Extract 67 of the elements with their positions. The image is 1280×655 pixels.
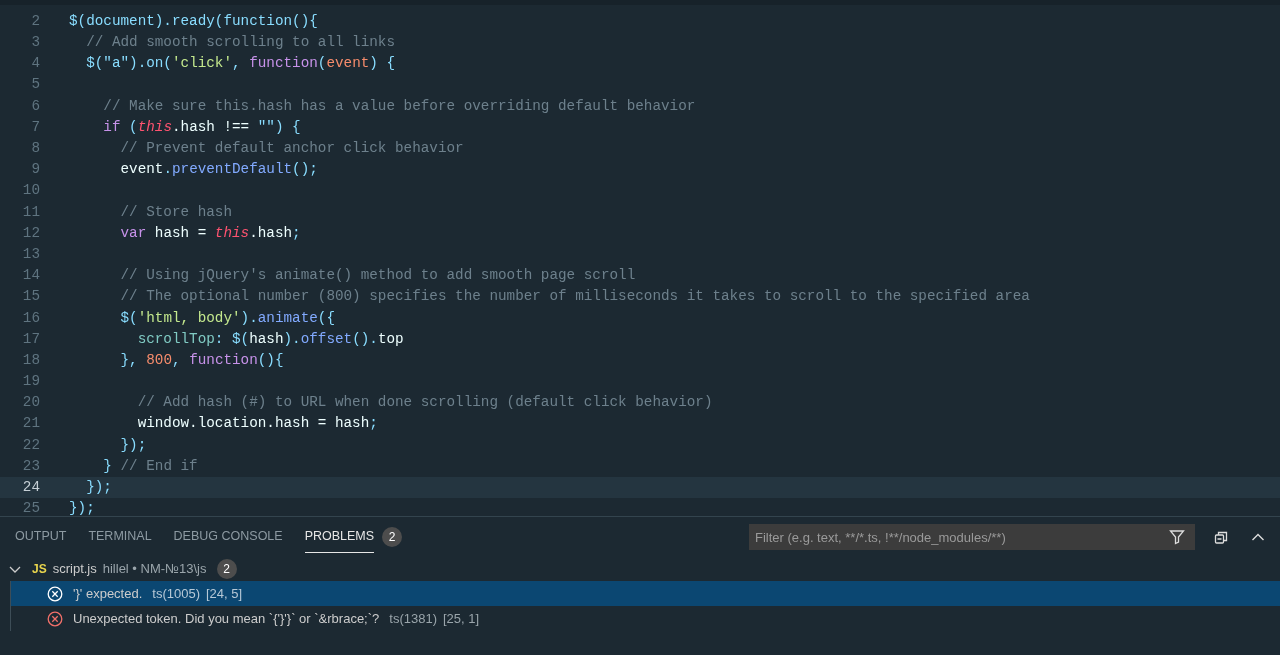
count-badge: 2 xyxy=(382,527,403,547)
code-line: // Add smooth scrolling to all links xyxy=(85,33,396,53)
chevron-up-icon[interactable] xyxy=(1251,532,1265,542)
code-line: }); xyxy=(69,499,95,516)
code-line: // Using jQuery's animate() method to add smooth page scroll xyxy=(119,266,636,286)
file-type-label: JS xyxy=(32,561,47,578)
panel-tab[interactable]: OUTPUT xyxy=(15,521,67,553)
panel-tab[interactable]: TERMINAL xyxy=(88,521,152,553)
code-line: // The optional number (800) specifies the number of milliseconds it takes to scroll to the specified area xyxy=(119,287,1030,307)
error-code: ts(1005) xyxy=(152,584,200,603)
line-number: 10 xyxy=(21,181,40,201)
line-number: 20 xyxy=(21,393,40,413)
filter-icon[interactable] xyxy=(1169,529,1185,545)
line-number: 25 xyxy=(21,499,40,516)
panel-tab[interactable]: DEBUG CONSOLE xyxy=(173,521,283,553)
line-number: 19 xyxy=(21,372,40,392)
line-number: 12 xyxy=(21,223,40,243)
code-line: if (this.hash !== "") { xyxy=(102,117,301,137)
line-number: 11 xyxy=(21,202,40,222)
line-number: 4 xyxy=(30,54,40,74)
code-line: // Store hash xyxy=(119,202,232,222)
line-number: 24 xyxy=(21,478,40,497)
code-line: // Add hash (#) to URL when done scrolling (default click behavior) xyxy=(136,393,713,413)
problem-item[interactable]: '}' expected. ts(1005) [24, 5] xyxy=(10,581,1280,606)
line-number: 22 xyxy=(21,435,40,455)
problem-message: '}' expected. xyxy=(73,584,143,603)
code-line: }, 800, function(){ xyxy=(119,350,284,370)
problem-item[interactable]: Unexpected token. Did you mean `{'}'}` or `&rbrace;`? ts(1381) [25, 1] xyxy=(10,606,1280,631)
code-line: // Prevent default anchor click behavior xyxy=(119,139,464,158)
code-line: $('html, body').animate({ xyxy=(119,308,335,328)
error-position: [25, 1] xyxy=(443,609,480,628)
line-number: 7 xyxy=(30,117,40,137)
panel-tab[interactable]: PROBLEMS xyxy=(304,521,375,553)
code-line: $("a").on('click', function(event) { xyxy=(85,54,396,74)
problem-message: Unexpected token. Did you mean `{'}'}` or `&rbrace;`? xyxy=(73,609,380,628)
line-number: 5 xyxy=(30,75,40,95)
count-badge: 2 xyxy=(216,559,237,579)
line-number: 18 xyxy=(21,350,40,370)
line-number: 17 xyxy=(21,329,40,349)
code-line: }); xyxy=(85,478,112,497)
error-icon xyxy=(47,610,63,627)
error-position: [24, 5] xyxy=(206,584,243,603)
code-line: } // End if xyxy=(102,456,198,476)
code-line: }); xyxy=(119,435,147,455)
line-number: 21 xyxy=(21,414,40,434)
error-icon xyxy=(47,585,63,602)
code-line: var hash = this.hash; xyxy=(119,223,301,243)
collapse-all-icon[interactable] xyxy=(1214,529,1229,545)
file-path: hillel • NM-№13\js xyxy=(102,560,207,579)
line-number: 9 xyxy=(30,160,40,180)
code-line: $(document).ready(function(){ xyxy=(69,11,318,31)
line-number: 23 xyxy=(21,456,40,476)
code-line: scrollTop: $(hash).offset().top xyxy=(136,329,404,349)
error-code: ts(1381) xyxy=(389,609,437,628)
line-number: 2 xyxy=(30,11,40,31)
line-number: 14 xyxy=(21,266,40,286)
code-line: window.location.hash = hash; xyxy=(136,414,378,434)
line-number: 13 xyxy=(21,244,40,264)
code-line: event.preventDefault(); xyxy=(119,160,318,180)
line-number: 8 xyxy=(30,139,40,158)
line-number: 15 xyxy=(21,287,40,307)
file-name[interactable]: script.js xyxy=(52,559,97,579)
filter-field[interactable]: Filter (e.g. text, **/*.ts, !**/node_modules/**) xyxy=(749,524,1195,550)
line-number: 3 xyxy=(30,33,40,53)
line-number: 16 xyxy=(21,308,40,328)
code-line: // Make sure this.hash has a value before overriding default behavior xyxy=(102,96,696,116)
line-number: 6 xyxy=(30,96,40,116)
